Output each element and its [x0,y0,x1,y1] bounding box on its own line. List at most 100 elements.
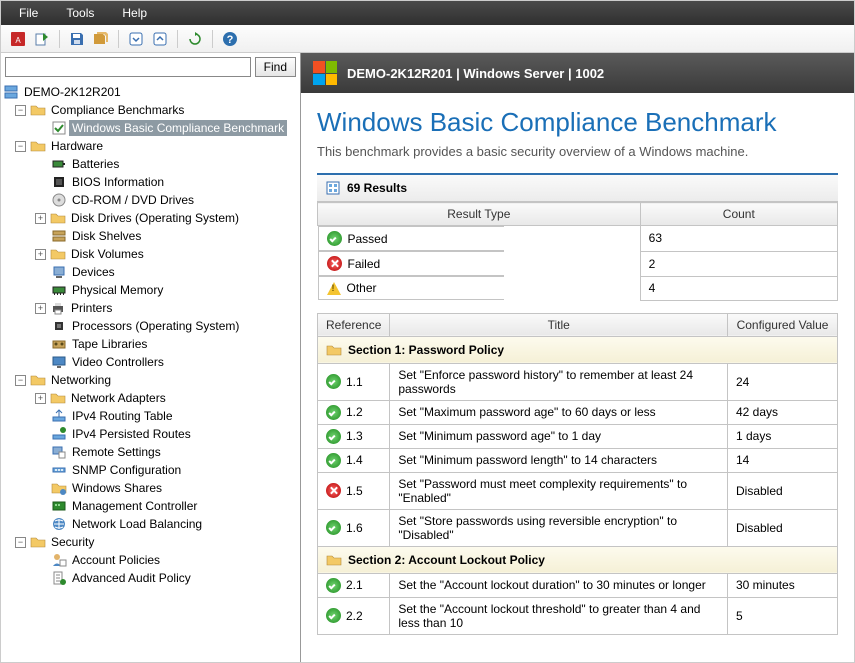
find-button[interactable]: Find [255,57,296,77]
detail-row[interactable]: 1.4 Set "Minimum password length" to 14 c… [318,448,838,472]
tree-netadapters[interactable]: +Network Adapters [3,389,300,407]
tree-physmem[interactable]: Physical Memory [3,281,300,299]
expand-icon[interactable]: + [35,393,46,404]
tree-tape[interactable]: Tape Libraries [3,335,300,353]
menu-help[interactable]: Help [108,3,161,23]
summary-label: Other [347,281,377,295]
detail-row[interactable]: 2.1Set the "Account lockout duration" to… [318,573,838,597]
routing-icon [51,408,67,424]
tree-diskvolumes[interactable]: +Disk Volumes [3,245,300,263]
tree-ipv4rt[interactable]: IPv4 Routing Table [3,407,300,425]
fail-icon [326,483,341,498]
section-row[interactable]: Section 1: Password Policy [318,336,838,363]
tree-snmp[interactable]: SNMP Configuration [3,461,300,479]
expand-icon[interactable]: + [35,213,46,224]
row-title: Set "Minimum password length" to 14 char… [390,448,728,472]
tree-printers[interactable]: +Printers [3,299,300,317]
fail-icon [327,256,342,271]
tree-mgmt[interactable]: Management Controller [3,497,300,515]
mgmt-icon [51,498,67,514]
menu-file[interactable]: File [5,3,52,23]
summary-row[interactable]: Passed63 [318,226,838,252]
folder-closed-icon [50,210,66,226]
svg-text:?: ? [227,34,234,46]
summary-row[interactable]: Other4 [318,276,838,300]
section-row[interactable]: Section 2: Account Lockout Policy [318,546,838,573]
tree-nlb[interactable]: Network Load Balancing [3,515,300,533]
summary-count: 2 [640,251,837,276]
search-input[interactable] [5,57,251,77]
pass-icon [326,453,341,468]
routing-icon [51,426,67,442]
row-title: Set "Password must meet complexity requi… [390,472,728,509]
expand-icon[interactable]: + [35,303,46,314]
detail-row[interactable]: 1.1Set "Enforce password history" to rem… [318,363,838,400]
row-title: Set "Enforce password history" to rememb… [390,363,728,400]
toolbar: A ? [1,25,854,53]
tree-advaudit[interactable]: Advanced Audit Policy [3,569,300,587]
pass-icon [326,608,341,623]
shelf-icon [51,228,67,244]
save-icon[interactable] [66,28,88,50]
ref-value: 1.3 [346,429,363,443]
tree-devices[interactable]: Devices [3,263,300,281]
tree[interactable]: DEMO-2K12R201 −Compliance Benchmarks Win… [1,81,300,662]
collapse-icon[interactable]: − [15,375,26,386]
col-configured: Configured Value [728,313,838,336]
help-icon[interactable]: ? [219,28,241,50]
tree-processors[interactable]: Processors (Operating System) [3,317,300,335]
share-icon [51,480,67,496]
tree-root[interactable]: DEMO-2K12R201 [3,83,300,101]
account-icon [51,552,67,568]
benchmark-icon [51,120,67,136]
detail-row[interactable]: 1.2 Set "Maximum password age" to 60 days… [318,400,838,424]
detail-row[interactable]: 1.5Set "Password must meet complexity re… [318,472,838,509]
pass-icon [326,405,341,420]
tree-accpol[interactable]: Account Policies [3,551,300,569]
page-description: This benchmark provides a basic security… [317,144,838,159]
tree-hardware[interactable]: −Hardware [3,137,300,155]
export-icon[interactable] [31,28,53,50]
memory-icon [51,282,67,298]
tree-cdrom[interactable]: CD-ROM / DVD Drives [3,191,300,209]
tree-remote[interactable]: Remote Settings [3,443,300,461]
row-title: Set "Store passwords using reversible en… [390,509,728,546]
printer-icon [50,300,66,316]
refresh-icon[interactable] [184,28,206,50]
row-value: 5 [728,597,838,634]
audit-icon [51,570,67,586]
tree-bios[interactable]: BIOS Information [3,173,300,191]
menubar: File Tools Help [1,1,854,25]
menu-tools[interactable]: Tools [52,3,108,23]
tree-networking[interactable]: −Networking [3,371,300,389]
summary-row[interactable]: Failed2 [318,251,838,276]
cpu-icon [51,318,67,334]
device-icon [51,264,67,280]
tree-batteries[interactable]: Batteries [3,155,300,173]
tree-compliance[interactable]: −Compliance Benchmarks [3,101,300,119]
section-title: Section 1: Password Policy [348,343,504,357]
row-value: 24 [728,363,838,400]
collapse-all-icon[interactable] [149,28,171,50]
expand-all-icon[interactable] [125,28,147,50]
row-title: Set "Maximum password age" to 60 days or… [390,400,728,424]
tree-diskshelves[interactable]: Disk Shelves [3,227,300,245]
detail-row[interactable]: 1.3Set "Minimum password age" to 1 day1 … [318,424,838,448]
expand-icon[interactable]: + [35,249,46,260]
save-multi-icon[interactable] [90,28,112,50]
pdf-icon[interactable]: A [7,28,29,50]
ref-value: 1.4 [346,453,363,467]
detail-row[interactable]: 1.6Set "Store passwords using reversible… [318,509,838,546]
ref-value: 1.2 [346,405,363,419]
tree-security[interactable]: −Security [3,533,300,551]
tree-diskdrives[interactable]: +Disk Drives (Operating System) [3,209,300,227]
tree-compliance-item[interactable]: Windows Basic Compliance Benchmark [3,119,300,137]
pass-icon [327,231,342,246]
collapse-icon[interactable]: − [15,141,26,152]
tree-shares[interactable]: Windows Shares [3,479,300,497]
tree-video[interactable]: Video Controllers [3,353,300,371]
collapse-icon[interactable]: − [15,105,26,116]
collapse-icon[interactable]: − [15,537,26,548]
detail-row[interactable]: 2.2Set the "Account lockout threshold" t… [318,597,838,634]
tree-ipv4pr[interactable]: IPv4 Persisted Routes [3,425,300,443]
